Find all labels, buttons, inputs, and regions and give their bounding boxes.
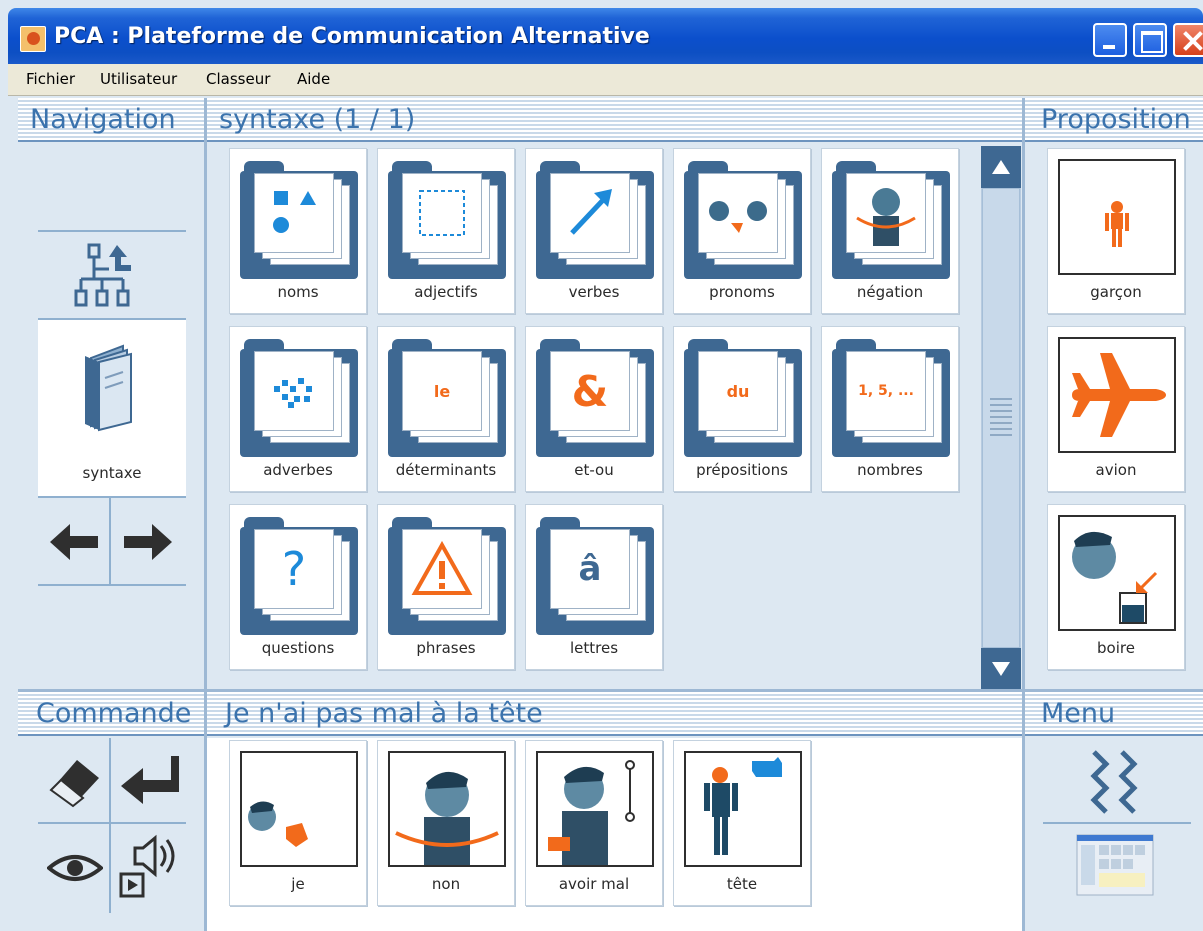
commande-header: Commande bbox=[18, 692, 204, 736]
navigation-header: Navigation bbox=[18, 98, 204, 142]
current-folder[interactable]: syntaxe bbox=[38, 320, 186, 496]
phrase-word-tete[interactable]: tête bbox=[673, 740, 811, 906]
menu-fichier[interactable]: Fichier bbox=[26, 70, 75, 88]
syntaxe-header: syntaxe (1 / 1) bbox=[207, 98, 1022, 142]
phrase-header: Je n'ai pas mal à la tête bbox=[207, 692, 1022, 736]
numbers-icon: 1, 5, ... bbox=[858, 383, 914, 399]
dashed-square-icon bbox=[402, 173, 482, 253]
pain-icon bbox=[536, 751, 654, 867]
folder-adjectifs[interactable]: adjectifs bbox=[377, 148, 515, 314]
folder-determinants[interactable]: le déterminants bbox=[377, 326, 515, 492]
folder-verbes[interactable]: verbes bbox=[525, 148, 663, 314]
menu-utilisateur[interactable]: Utilisateur bbox=[100, 70, 177, 88]
folder-noms[interactable]: noms bbox=[229, 148, 367, 314]
maximize-button[interactable] bbox=[1133, 23, 1167, 57]
proposition-garcon[interactable]: garçon bbox=[1047, 148, 1185, 314]
proposition-boire[interactable]: boire bbox=[1047, 504, 1185, 670]
phrase-word-non[interactable]: non bbox=[377, 740, 515, 906]
scroll-down-button[interactable] bbox=[981, 648, 1021, 690]
app-icon bbox=[20, 26, 46, 52]
folder-et-ou[interactable]: & et-ou bbox=[525, 326, 663, 492]
settings-icon[interactable] bbox=[1072, 744, 1156, 820]
folder-prepositions[interactable]: du prépositions bbox=[673, 326, 811, 492]
screen-preview-icon[interactable] bbox=[1072, 830, 1158, 900]
eraser-icon[interactable] bbox=[44, 748, 106, 812]
menu-aide[interactable]: Aide bbox=[297, 70, 330, 88]
faces-icon bbox=[698, 173, 778, 253]
no-icon bbox=[388, 751, 506, 867]
arrow-left-icon[interactable] bbox=[44, 514, 104, 570]
menu-bar: Fichier Utilisateur Classeur Aide bbox=[8, 64, 1203, 96]
triangle-down-icon bbox=[992, 662, 1010, 676]
folder-pronoms[interactable]: pronoms bbox=[673, 148, 811, 314]
phrase-word-avoir-mal[interactable]: avoir mal bbox=[525, 740, 663, 906]
menu-classeur[interactable]: Classeur bbox=[206, 70, 270, 88]
arrow-icon bbox=[550, 173, 630, 253]
minimize-button[interactable] bbox=[1093, 23, 1127, 57]
le-icon: le bbox=[433, 381, 451, 401]
eye-icon[interactable] bbox=[44, 836, 106, 900]
letter-icon: â bbox=[578, 549, 602, 589]
airplane-icon bbox=[1058, 337, 1176, 453]
me-icon bbox=[240, 751, 358, 867]
folder-phrases[interactable]: phrases bbox=[377, 504, 515, 670]
scrollbar-grip bbox=[990, 398, 1012, 400]
book-icon bbox=[68, 336, 156, 436]
enter-icon[interactable] bbox=[116, 748, 184, 812]
folder-adverbes[interactable]: adverbes bbox=[229, 326, 367, 492]
hierarchy-icon[interactable] bbox=[68, 238, 158, 316]
head-point-icon bbox=[684, 751, 802, 867]
speaker-icon[interactable] bbox=[114, 830, 186, 906]
head-shake-icon bbox=[846, 173, 926, 253]
folder-nombres[interactable]: 1, 5, ... nombres bbox=[821, 326, 959, 492]
phrase-panel: Je n'ai pas mal à la tête bbox=[207, 692, 1022, 738]
du-icon: du bbox=[726, 381, 750, 401]
folder-questions[interactable]: ? questions bbox=[229, 504, 367, 670]
close-button[interactable] bbox=[1173, 23, 1203, 57]
scrollbar-thumb[interactable] bbox=[982, 188, 1020, 648]
app-window: PCA : Plateforme de Communication Altern… bbox=[0, 0, 1203, 931]
menu-header: Menu bbox=[1025, 692, 1203, 736]
shapes-icon bbox=[254, 173, 334, 253]
question-icon: ? bbox=[281, 542, 307, 596]
boy-icon bbox=[1058, 159, 1176, 275]
arrow-right-icon[interactable] bbox=[118, 514, 178, 570]
window-title: PCA : Plateforme de Communication Altern… bbox=[54, 24, 650, 49]
current-folder-label: syntaxe bbox=[82, 464, 142, 482]
ampersand-icon: & bbox=[571, 366, 609, 416]
proposition-header: Proposition bbox=[1025, 98, 1203, 142]
triangle-up-icon bbox=[992, 160, 1010, 174]
warning-icon bbox=[402, 529, 482, 609]
phrase-word-je[interactable]: je bbox=[229, 740, 367, 906]
dots-icon bbox=[254, 351, 334, 431]
title-bar[interactable]: PCA : Plateforme de Communication Altern… bbox=[8, 8, 1203, 64]
scroll-up-button[interactable] bbox=[981, 146, 1021, 188]
proposition-avion[interactable]: avion bbox=[1047, 326, 1185, 492]
folder-negation[interactable]: négation bbox=[821, 148, 959, 314]
folder-lettres[interactable]: â lettres bbox=[525, 504, 663, 670]
drink-icon bbox=[1058, 515, 1176, 631]
